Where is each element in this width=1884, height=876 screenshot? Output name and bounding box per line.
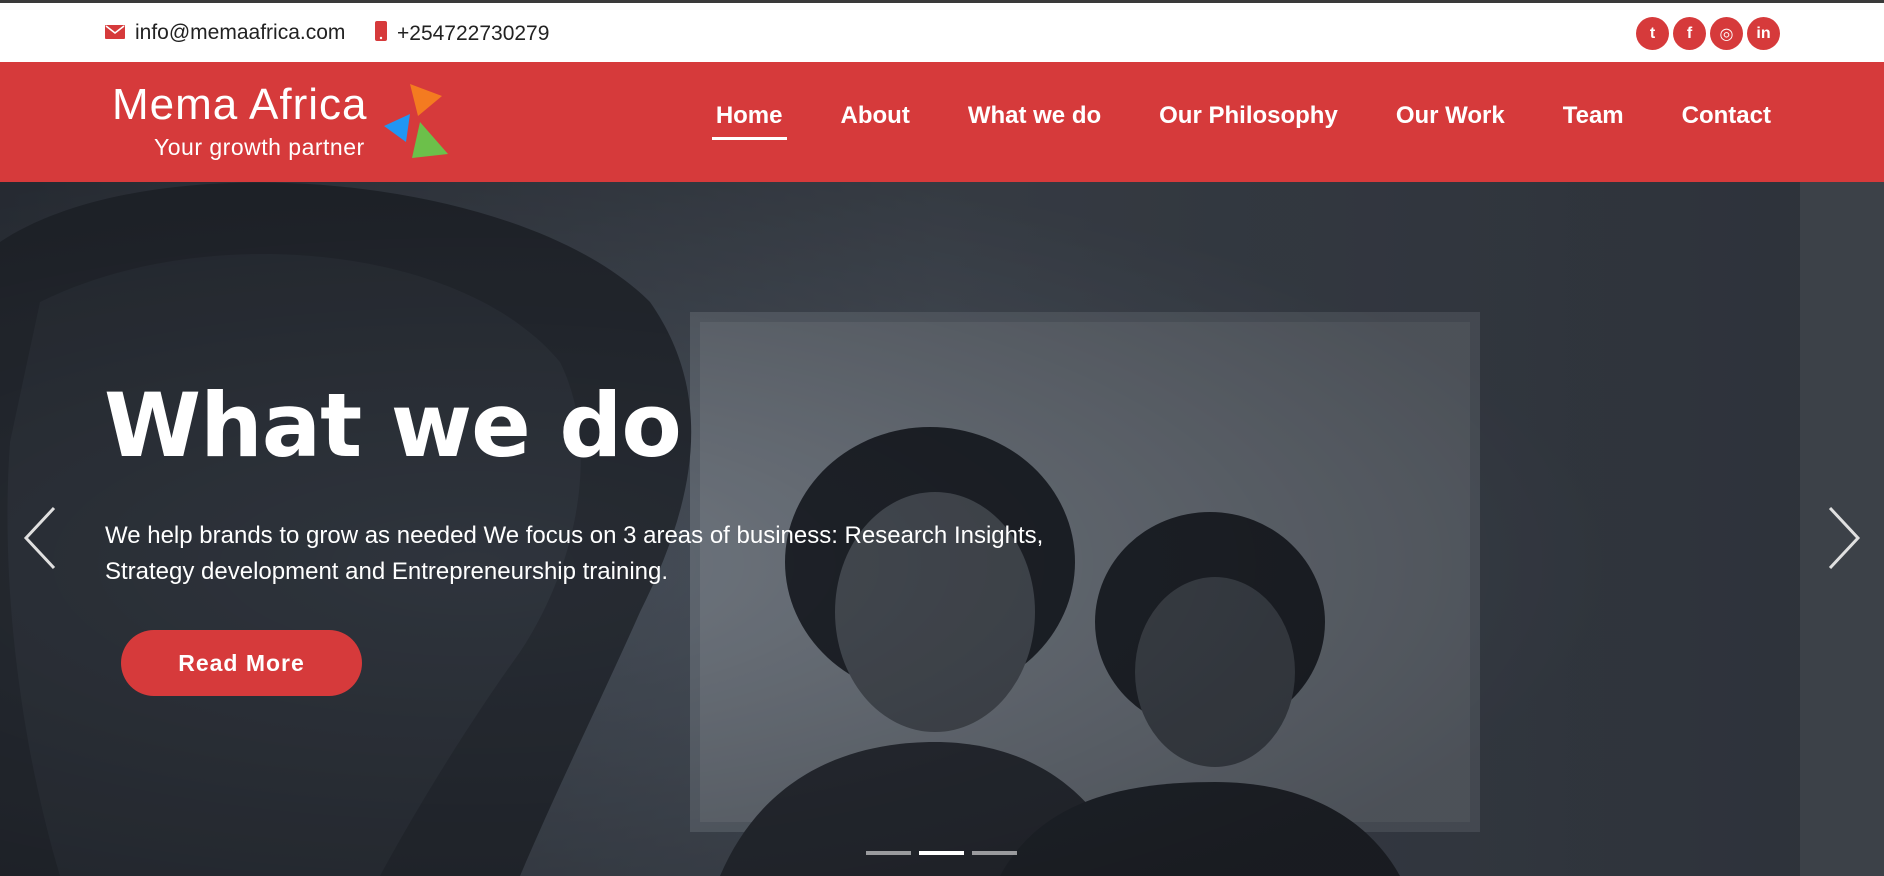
nav-team[interactable]: Team: [1559, 102, 1628, 130]
chevron-left-icon: [23, 506, 56, 570]
nav-our-philosophy[interactable]: Our Philosophy: [1155, 102, 1342, 130]
logo-triangles-icon: [384, 84, 448, 158]
envelope-icon: [105, 21, 125, 45]
carousel-prev-button[interactable]: [20, 506, 60, 575]
carousel-indicator-2[interactable]: [919, 851, 964, 855]
twitter-icon[interactable]: t: [1636, 17, 1669, 50]
main-navbar: Mema Africa Your growth partner Home Abo…: [0, 62, 1884, 182]
hero-title: What we do: [104, 374, 682, 477]
social-links: t f ◎ in: [1636, 17, 1780, 50]
main-nav: Home About What we do Our Philosophy Our…: [711, 102, 1775, 140]
nav-home[interactable]: Home: [711, 102, 787, 140]
chevron-right-icon: [1828, 506, 1861, 570]
hero-description: We help brands to grow as needed We focu…: [105, 522, 1044, 585]
contact-email[interactable]: info@memaafrica.com: [105, 21, 345, 45]
nav-our-work[interactable]: Our Work: [1392, 102, 1509, 130]
linkedin-icon[interactable]: in: [1747, 17, 1780, 50]
instagram-icon[interactable]: ◎: [1710, 17, 1743, 50]
carousel-next-button[interactable]: [1824, 506, 1864, 575]
nav-contact[interactable]: Contact: [1678, 102, 1775, 130]
read-more-button[interactable]: Read More: [121, 630, 362, 696]
facebook-icon[interactable]: f: [1673, 17, 1706, 50]
top-bar: info@memaafrica.com +254722730279 t f ◎ …: [0, 0, 1884, 62]
carousel-indicators: [866, 851, 1017, 855]
contact-phone[interactable]: +254722730279: [375, 21, 549, 47]
email-text[interactable]: info@memaafrica.com: [135, 21, 345, 45]
hero-carousel: What we do We help brands to grow as nee…: [0, 182, 1884, 876]
logo-tagline: Your growth partner: [154, 134, 365, 160]
phone-text[interactable]: +254722730279: [397, 22, 549, 46]
carousel-indicator-1[interactable]: [866, 851, 911, 855]
nav-what-we-do[interactable]: What we do: [964, 102, 1105, 130]
logo-name: Mema Africa: [112, 80, 368, 129]
mobile-phone-icon: [375, 21, 387, 47]
carousel-indicator-3[interactable]: [972, 851, 1017, 855]
nav-about[interactable]: About: [837, 102, 914, 130]
